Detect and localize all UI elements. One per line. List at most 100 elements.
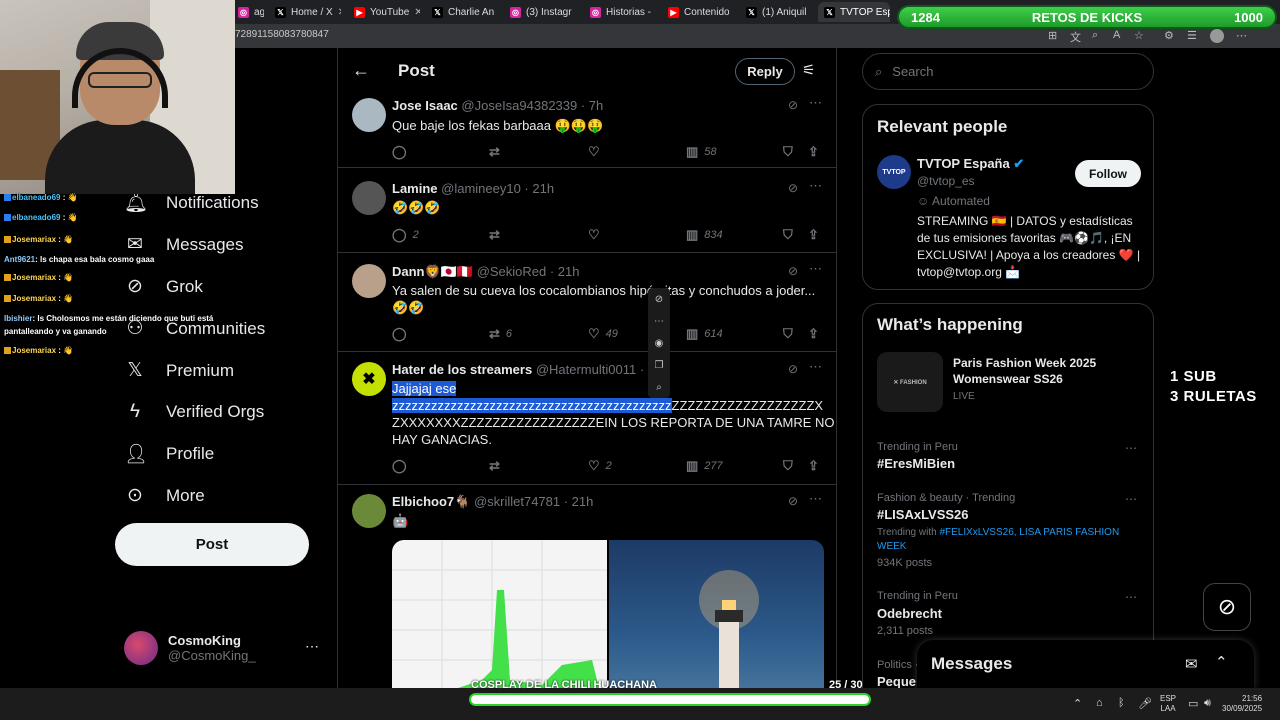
nav-notifications[interactable]: 🔔︎ Notifications bbox=[124, 191, 259, 215]
favorite-star-icon[interactable]: ☆ bbox=[1134, 29, 1144, 42]
reply-action[interactable]: ◯ bbox=[392, 326, 413, 342]
reply-action[interactable]: ◯ bbox=[392, 458, 413, 474]
close-icon[interactable]: ✕ bbox=[811, 7, 812, 18]
avatar[interactable] bbox=[352, 181, 386, 215]
more-horizontal-icon[interactable]: ⋯ bbox=[654, 316, 664, 327]
grok-icon[interactable]: ⊘ bbox=[788, 264, 798, 278]
search-icon[interactable]: ⌕ bbox=[656, 382, 662, 393]
views-action[interactable]: ▥ 277 bbox=[686, 458, 723, 474]
share-action[interactable]: ⇪ bbox=[808, 227, 819, 243]
retweet-action[interactable]: ⇄ bbox=[489, 144, 506, 160]
copilot-icon[interactable]: ◉ bbox=[655, 338, 664, 349]
avatar[interactable] bbox=[352, 264, 386, 298]
microphone-icon[interactable]: 🎤︎ bbox=[1138, 697, 1152, 710]
tweet-author[interactable]: Hater de los streamers bbox=[392, 362, 532, 377]
share-action[interactable]: ⇪ bbox=[808, 458, 819, 474]
more-horizontal-icon[interactable]: ⋯ bbox=[809, 95, 822, 111]
event-title[interactable]: Paris Fashion Week 2025 Womenswear SS26 bbox=[953, 355, 1133, 387]
follow-button[interactable]: Follow bbox=[1075, 160, 1141, 187]
avatar[interactable] bbox=[352, 98, 386, 132]
messages-drawer[interactable]: Messages ✉ ⌃ bbox=[917, 640, 1254, 690]
tweet[interactable]: Dann🦁🇯🇵🇵🇪 @SekioRed · 21h ⊘ ⋯ Ya salen d… bbox=[338, 261, 836, 352]
more-horizontal-icon[interactable]: ⋯ bbox=[809, 491, 822, 507]
hide-icon[interactable]: ⊘ bbox=[655, 294, 663, 305]
bookmark-action[interactable]: ⛉ bbox=[783, 326, 793, 342]
event-thumbnail[interactable]: ✕ FASHION bbox=[877, 352, 943, 412]
reply-action[interactable]: ◯ bbox=[392, 144, 413, 160]
tweet[interactable]: Jose Isaac @JoseIsa94382339 · 7h ⊘ ⋯ Que… bbox=[338, 95, 836, 168]
grok-floating-button[interactable]: ⊘ bbox=[1203, 583, 1251, 631]
reply-button[interactable]: Reply bbox=[735, 58, 795, 85]
trend-name[interactable]: Odebrecht bbox=[877, 606, 942, 621]
trend-name[interactable]: Peque bbox=[877, 674, 916, 689]
monitor-icon[interactable]: ▭ bbox=[1188, 697, 1198, 710]
sort-settings-icon[interactable]: ⚟ bbox=[802, 61, 815, 79]
like-action[interactable]: ♡ bbox=[588, 144, 606, 160]
tweet[interactable]: Lamine @lamineey10 · 21h ⊘ ⋯ 🤣🤣🤣 ◯ 2 ⇄ ♡ … bbox=[338, 178, 836, 253]
more-horizontal-icon[interactable]: ⋯ bbox=[809, 359, 822, 375]
chevron-up-icon[interactable]: ⌃ bbox=[1073, 697, 1082, 710]
copy-icon[interactable]: ❐ bbox=[655, 360, 664, 371]
trend-name[interactable]: #LISAxLVSS26 bbox=[877, 507, 969, 522]
close-icon[interactable]: ✕ bbox=[338, 7, 341, 18]
share-action[interactable]: ⇪ bbox=[808, 326, 819, 342]
browser-tab[interactable]: ◎Historias -✕ bbox=[584, 2, 656, 22]
network-icon[interactable]: ⌂ bbox=[1096, 697, 1103, 709]
volume-icon[interactable]: 🔊︎ bbox=[1204, 697, 1211, 710]
nav-messages[interactable]: ✉ Messages bbox=[124, 233, 243, 256]
tweet-author[interactable]: Elbichoo7🐐 bbox=[392, 494, 470, 509]
browser-tab[interactable]: ▶Contenido✕ bbox=[662, 2, 734, 22]
tweet-handle[interactable]: @lamineey10 · 21h bbox=[441, 181, 554, 196]
translate-icon[interactable]: 文 bbox=[1070, 29, 1081, 45]
tweet-handle[interactable]: @Hatermulti0011 · 1 bbox=[536, 362, 655, 377]
tweet-author[interactable]: Lamine bbox=[392, 181, 438, 196]
like-action[interactable]: ♡ 2 bbox=[588, 458, 612, 474]
profile-avatar-icon[interactable] bbox=[1210, 29, 1224, 43]
media-image-chart[interactable] bbox=[392, 540, 607, 688]
browser-tab[interactable]: ◎agr✕ bbox=[232, 2, 264, 22]
browser-tab[interactable]: 𝕏 Home / X ✕ bbox=[269, 2, 341, 22]
tweet-handle[interactable]: @SekioRed · 21h bbox=[477, 264, 580, 279]
language-indicator[interactable]: ESP LAA bbox=[1160, 694, 1176, 714]
views-action[interactable]: ▥ 58 bbox=[686, 144, 717, 160]
trend-name[interactable]: #EresMiBien bbox=[877, 456, 955, 471]
close-icon[interactable]: ✕ bbox=[577, 7, 578, 18]
new-message-icon[interactable]: ✉ bbox=[1185, 655, 1198, 673]
person-handle[interactable]: @tvtop_es bbox=[917, 174, 975, 188]
tweet-author[interactable]: Dann🦁🇯🇵🇵🇪 bbox=[392, 264, 473, 279]
like-action[interactable]: ♡ 49 bbox=[588, 326, 618, 342]
install-icon[interactable]: ⊞ bbox=[1048, 29, 1057, 42]
grok-icon[interactable]: ⊘ bbox=[788, 494, 798, 508]
avatar[interactable]: ✖ bbox=[352, 362, 386, 396]
browser-tab[interactable]: 𝕏TVTOP Esp✕ bbox=[818, 2, 890, 22]
more-horizontal-icon[interactable]: ⋯ bbox=[1125, 441, 1137, 455]
tweet-author[interactable]: Jose Isaac bbox=[392, 98, 458, 113]
tweet-media[interactable] bbox=[392, 540, 824, 688]
tweet[interactable]: ✖ Hater de los streamers @Hatermulti0011… bbox=[338, 359, 836, 485]
post-button[interactable]: Post bbox=[115, 523, 309, 566]
nav-more[interactable]: ⊙ More bbox=[124, 484, 205, 507]
extensions-icon[interactable]: ⚙ bbox=[1164, 29, 1174, 42]
url-text[interactable]: 72891158083780847 bbox=[235, 29, 329, 40]
more-horizontal-icon[interactable]: ⋯ bbox=[1125, 492, 1137, 506]
more-horizontal-icon[interactable]: ⋯ bbox=[305, 638, 319, 655]
nav-profile[interactable]: 👤︎ Profile bbox=[124, 442, 214, 466]
read-aloud-icon[interactable]: A bbox=[1113, 29, 1120, 41]
media-image-lighthouse[interactable] bbox=[609, 540, 824, 688]
grok-icon[interactable]: ⊘ bbox=[788, 181, 798, 195]
browser-tab[interactable]: 𝕏Charlie An✕ bbox=[426, 2, 498, 22]
nav-grok[interactable]: ⊘ Grok bbox=[124, 275, 203, 298]
views-action[interactable]: ▥ 614 bbox=[686, 326, 723, 342]
tweet-handle[interactable]: @skrillet74781 · 21h bbox=[474, 494, 593, 509]
nav-premium[interactable]: 𝕏 Premium bbox=[124, 359, 234, 382]
bookmark-action[interactable]: ⛉ bbox=[783, 458, 793, 474]
avatar[interactable] bbox=[352, 494, 386, 528]
browser-menu-icon[interactable]: ⋯ bbox=[1236, 29, 1247, 42]
grok-icon[interactable]: ⊘ bbox=[788, 362, 798, 376]
more-horizontal-icon[interactable]: ⋯ bbox=[809, 178, 822, 194]
bookmark-action[interactable]: ⛉ bbox=[783, 227, 793, 243]
account-switcher[interactable]: CosmoKing @CosmoKing_ bbox=[124, 631, 256, 665]
retweet-action[interactable]: ⇄ 6 bbox=[489, 326, 512, 342]
browser-tab[interactable]: 𝕏 (1) Aniquil ✕ bbox=[740, 2, 812, 22]
bluetooth-icon[interactable]: ᛒ bbox=[1118, 697, 1125, 709]
